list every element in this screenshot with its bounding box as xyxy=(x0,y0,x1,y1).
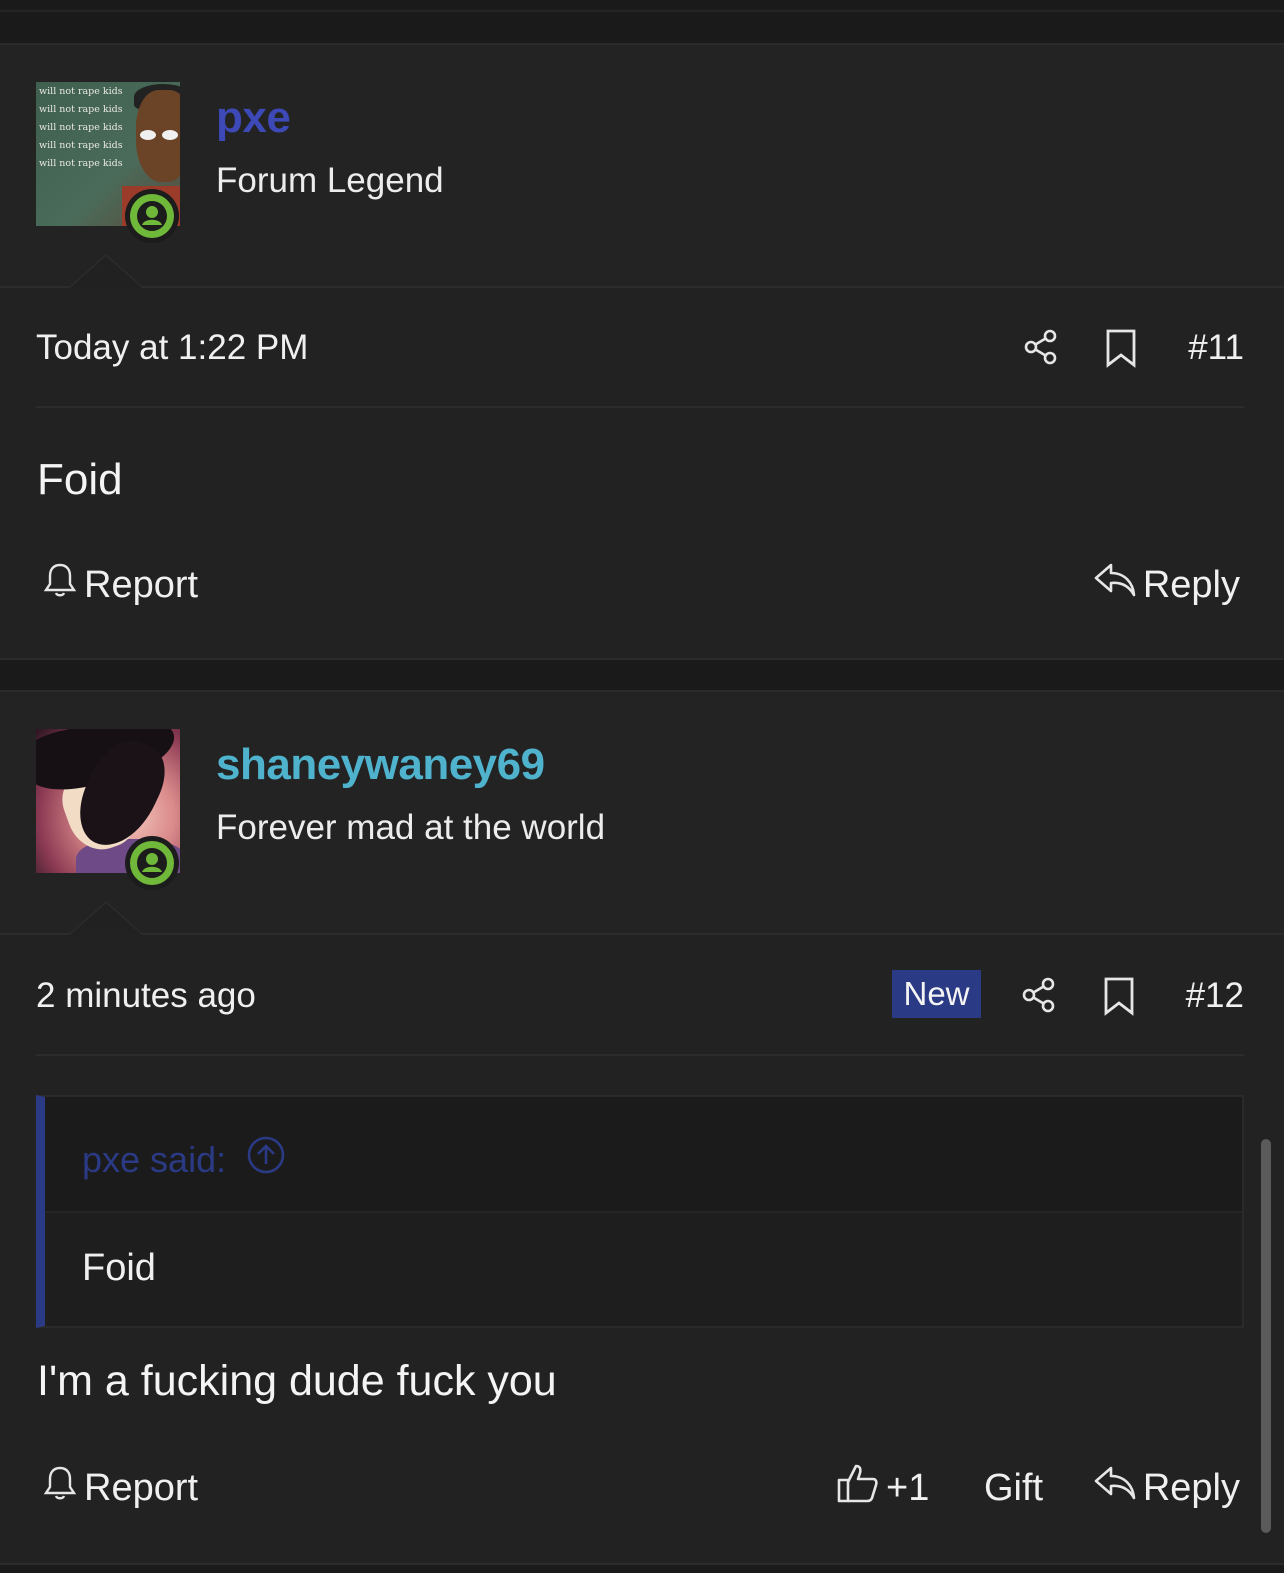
post-actions: Report Reply xyxy=(36,555,1244,615)
header-pointer xyxy=(68,901,144,935)
username[interactable]: shaneywaney69 xyxy=(216,740,545,790)
user-online-icon xyxy=(125,189,179,243)
reply-button[interactable]: Reply xyxy=(1093,555,1240,615)
quote-author-link[interactable]: pxe said: xyxy=(82,1135,286,1184)
avatar-chalk-line: will not rape kids xyxy=(39,158,123,169)
post-number[interactable]: #11 xyxy=(1188,328,1244,368)
post-actions: Report +1 Gift Reply xyxy=(36,1458,1244,1518)
post-body: I'm a fucking dude fuck you xyxy=(37,1357,557,1405)
user-title: Forever mad at the world xyxy=(216,808,606,847)
username[interactable]: pxe xyxy=(216,93,291,143)
report-label: Report xyxy=(84,563,199,606)
reply-icon xyxy=(1093,561,1143,609)
avatar-eye xyxy=(140,130,156,140)
report-label: Report xyxy=(84,1466,199,1509)
share-icon[interactable] xyxy=(1022,328,1060,371)
reply-label: Reply xyxy=(1142,563,1240,606)
avatar-chalk-line: will not rape kids xyxy=(39,140,123,151)
report-button[interactable]: Report xyxy=(42,555,198,615)
avatar-chalk-line: will not rape kids xyxy=(39,86,123,97)
reply-label: Reply xyxy=(1142,1466,1240,1509)
quote-block: pxe said: Foid xyxy=(36,1095,1244,1328)
gift-label: Gift xyxy=(984,1466,1044,1509)
quote-header: pxe said: xyxy=(45,1097,1242,1213)
scrollbar[interactable] xyxy=(1261,1139,1271,1533)
new-badge: New xyxy=(892,970,981,1018)
user-online-icon xyxy=(125,836,179,890)
thumbs-up-icon xyxy=(836,1461,886,1515)
avatar-eye xyxy=(162,130,178,140)
user-title: Forum Legend xyxy=(216,161,444,200)
bookmark-icon[interactable] xyxy=(1102,976,1136,1021)
quote-text: Foid xyxy=(82,1247,156,1289)
post-number[interactable]: #12 xyxy=(1186,976,1244,1016)
post-user-header: will not rape kids will not rape kids wi… xyxy=(0,45,1284,288)
quote-author: pxe said: xyxy=(82,1138,227,1180)
post-11: will not rape kids will not rape kids wi… xyxy=(0,43,1284,660)
header-pointer xyxy=(68,254,144,288)
avatar-chalk-line: will not rape kids xyxy=(39,122,123,133)
report-button[interactable]: Report xyxy=(42,1458,198,1518)
post-meta: 2 minutes ago New #12 xyxy=(36,936,1244,1056)
bell-icon xyxy=(42,561,84,609)
avatar-chalk-line: will not rape kids xyxy=(39,104,123,115)
post-timestamp[interactable]: Today at 1:22 PM xyxy=(36,328,308,368)
reply-icon xyxy=(1093,1464,1143,1512)
like-button[interactable]: +1 xyxy=(836,1458,929,1518)
bookmark-icon[interactable] xyxy=(1104,328,1138,373)
top-divider xyxy=(0,10,1284,12)
post-meta: Today at 1:22 PM #11 xyxy=(36,288,1244,408)
reply-button[interactable]: Reply xyxy=(1093,1458,1240,1518)
bell-icon xyxy=(42,1464,84,1512)
post-12: shaneywaney69 Forever mad at the world 2… xyxy=(0,690,1284,1565)
like-count: +1 xyxy=(886,1466,930,1509)
post-timestamp[interactable]: 2 minutes ago xyxy=(36,976,256,1016)
arrow-up-circle-icon[interactable] xyxy=(226,1135,286,1184)
gift-button[interactable]: Gift xyxy=(984,1458,1043,1518)
post-body: Foid xyxy=(37,455,123,504)
share-icon[interactable] xyxy=(1020,976,1058,1019)
post-user-header: shaneywaney69 Forever mad at the world xyxy=(0,692,1284,935)
